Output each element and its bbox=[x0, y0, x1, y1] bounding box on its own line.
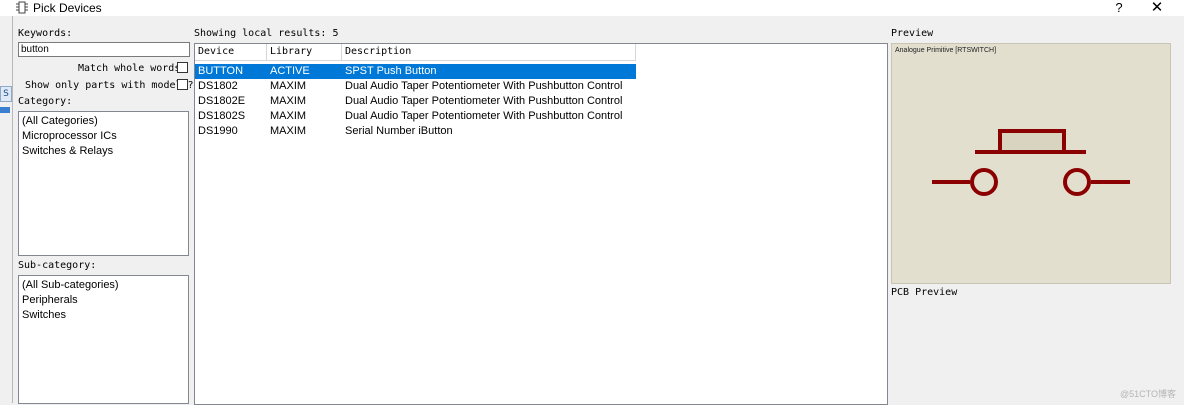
category-item[interactable]: Microprocessor ICs bbox=[19, 129, 188, 144]
results-table[interactable]: Device Library Description BUTTON ACTIVE… bbox=[194, 43, 888, 405]
description-cell: Serial Number iButton bbox=[345, 125, 453, 137]
library-cell: MAXIM bbox=[270, 110, 307, 122]
only-models-checkbox[interactable] bbox=[177, 79, 188, 90]
match-whole-words-checkbox[interactable] bbox=[177, 62, 188, 73]
category-item[interactable]: (All Categories) bbox=[19, 114, 188, 129]
category-list[interactable]: (All Categories) Microprocessor ICs Swit… bbox=[18, 111, 189, 256]
watermark: @51CTO博客 bbox=[1120, 389, 1176, 399]
device-cell: DS1802 bbox=[198, 80, 238, 92]
subcategory-list[interactable]: (All Sub-categories) Peripherals Switche… bbox=[18, 275, 189, 404]
help-button[interactable]: ? bbox=[1104, 0, 1134, 16]
library-cell: MAXIM bbox=[270, 125, 307, 137]
parent-tab[interactable]: S bbox=[0, 86, 12, 102]
pick-devices-icon bbox=[16, 1, 28, 14]
keywords-label: Keywords: bbox=[18, 28, 73, 39]
description-cell: SPST Push Button bbox=[345, 65, 437, 77]
column-header-description[interactable]: Description bbox=[342, 44, 636, 60]
table-row[interactable]: DS1802 MAXIM Dual Audio Taper Potentiome… bbox=[195, 79, 636, 94]
table-row[interactable]: DS1990 MAXIM Serial Number iButton bbox=[195, 124, 636, 139]
subcategory-item[interactable]: Peripherals bbox=[19, 293, 188, 308]
library-cell: MAXIM bbox=[270, 80, 307, 92]
device-cell: DS1802E bbox=[198, 95, 246, 107]
column-header-library[interactable]: Library bbox=[267, 44, 342, 60]
device-cell: DS1802S bbox=[198, 110, 246, 122]
schematic-preview: Analogue Primitive [RTSWITCH] bbox=[891, 43, 1171, 284]
column-header-device[interactable]: Device bbox=[195, 44, 267, 60]
results-status: Showing local results: 5 bbox=[194, 28, 339, 39]
category-item[interactable]: Switches & Relays bbox=[19, 144, 188, 159]
device-cell: DS1990 bbox=[198, 125, 238, 137]
table-row[interactable]: BUTTON ACTIVE SPST Push Button bbox=[195, 64, 636, 79]
title-bar: Pick Devices ? ✕ bbox=[0, 0, 1184, 16]
library-cell: MAXIM bbox=[270, 95, 307, 107]
subcategory-item[interactable]: (All Sub-categories) bbox=[19, 278, 188, 293]
table-row[interactable]: DS1802S MAXIM Dual Audio Taper Potentiom… bbox=[195, 109, 636, 124]
match-whole-words-label: Match whole words? bbox=[78, 63, 187, 74]
close-button[interactable]: ✕ bbox=[1142, 0, 1172, 16]
push-button-symbol bbox=[932, 129, 1130, 196]
results-header: Device Library Description bbox=[195, 44, 636, 61]
table-row[interactable]: DS1802E MAXIM Dual Audio Taper Potentiom… bbox=[195, 94, 636, 109]
device-cell: BUTTON bbox=[198, 65, 244, 77]
window-title: Pick Devices bbox=[33, 1, 102, 15]
parent-selection-marker bbox=[0, 107, 10, 113]
description-cell: Dual Audio Taper Potentiometer With Push… bbox=[345, 110, 623, 122]
description-cell: Dual Audio Taper Potentiometer With Push… bbox=[345, 80, 623, 92]
description-cell: Dual Audio Taper Potentiometer With Push… bbox=[345, 95, 623, 107]
parent-window-edge: S bbox=[0, 16, 13, 403]
library-cell: ACTIVE bbox=[270, 65, 310, 77]
category-label: Category: bbox=[18, 96, 73, 107]
subcategory-item[interactable]: Switches bbox=[19, 308, 188, 323]
keywords-input[interactable]: button bbox=[18, 42, 190, 57]
preview-label: Preview bbox=[891, 28, 934, 39]
subcategory-label: Sub-category: bbox=[18, 260, 97, 271]
pcb-preview-label: PCB Preview bbox=[891, 287, 958, 298]
only-models-label: Show only parts with models? bbox=[25, 80, 194, 91]
